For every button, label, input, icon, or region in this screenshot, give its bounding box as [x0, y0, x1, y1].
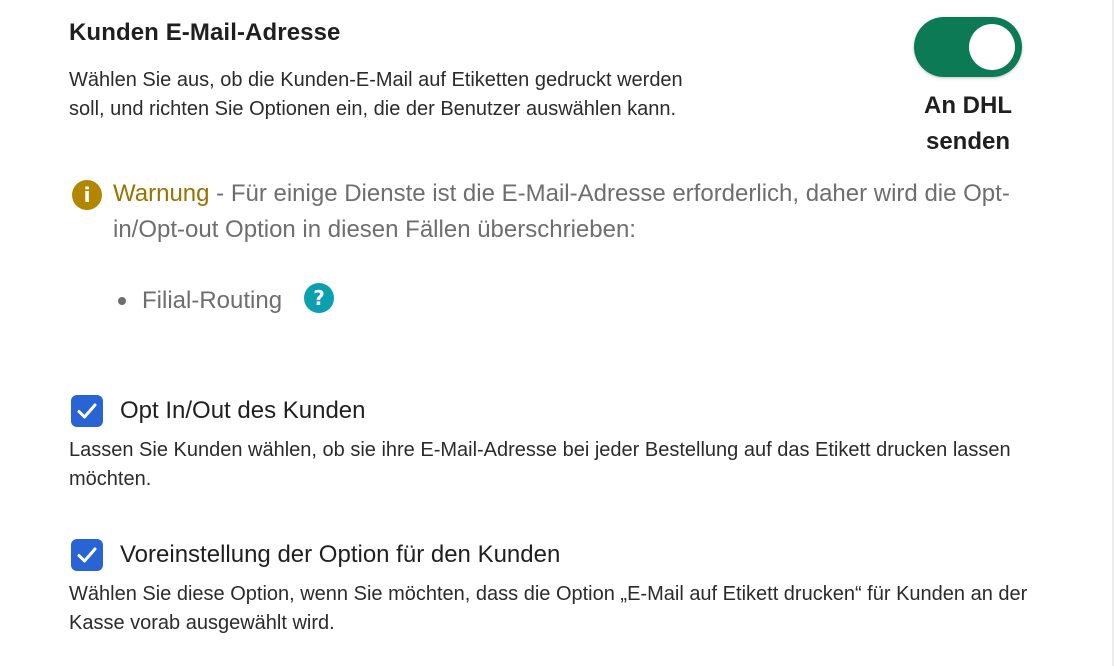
toggle-label-line2: senden: [925, 128, 1011, 155]
info-icon: i: [72, 180, 102, 210]
warning-label: Warnung: [113, 180, 210, 207]
toggle-knob: [969, 24, 1015, 70]
warning-message: Warnung - Für einige Dienste ist die E-M…: [113, 176, 1073, 248]
bullet-icon: [118, 297, 126, 305]
preselect-option-label[interactable]: Voreinstellung der Option für den Kunden: [120, 539, 560, 571]
opt-in-out-checkbox[interactable]: [71, 395, 103, 427]
question-circle-icon[interactable]: ?: [304, 283, 334, 313]
preselect-option-checkbox[interactable]: [71, 539, 103, 571]
list-item-label: Filial-Routing: [142, 287, 283, 314]
warning-text: - Für einige Dienste ist die E-Mail-Adre…: [113, 180, 1010, 243]
list-item: Filial-Routing: [118, 283, 282, 319]
opt-in-out-description: Lassen Sie Kunden wählen, ob sie ihre E-…: [69, 439, 1011, 490]
section-title: Kunden E-Mail-Adresse: [69, 19, 341, 46]
section-description: Wählen Sie aus, ob die Kunden-E-Mail auf…: [69, 69, 683, 120]
send-to-dhl-toggle[interactable]: [914, 17, 1022, 77]
toggle-label: An DHL senden: [898, 88, 1038, 160]
toggle-label-line1: An DHL: [924, 92, 1012, 119]
opt-in-out-label[interactable]: Opt In/Out des Kunden: [120, 395, 366, 427]
preselect-option-description: Wählen Sie diese Option, wenn Sie möchte…: [69, 583, 1028, 634]
checkmark-icon: [77, 403, 97, 419]
checkmark-icon: [77, 547, 97, 563]
